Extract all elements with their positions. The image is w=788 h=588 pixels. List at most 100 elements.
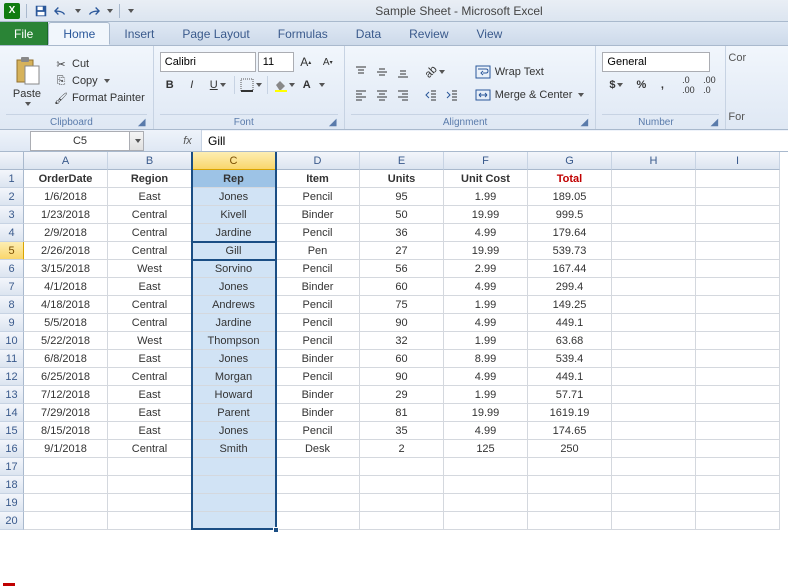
cell-G19[interactable] [528,494,612,512]
cell-G15[interactable]: 174.65 [528,422,612,440]
cell-D4[interactable]: Pencil [276,224,360,242]
fill-color-button[interactable] [270,75,298,95]
cell-G13[interactable]: 57.71 [528,386,612,404]
cell-G20[interactable] [528,512,612,530]
row-header-20[interactable]: 20 [0,512,24,530]
cell-D14[interactable]: Binder [276,404,360,422]
cell-B9[interactable]: Central [108,314,192,332]
tab-home[interactable]: Home [48,22,110,45]
cell-A1[interactable]: OrderDate [24,170,108,188]
column-header-G[interactable]: G [528,152,612,170]
cell-E13[interactable]: 29 [360,386,444,404]
cell-E12[interactable]: 90 [360,368,444,386]
cell-A20[interactable] [24,512,108,530]
fx-icon[interactable]: fx [174,130,202,151]
cell-E16[interactable]: 2 [360,440,444,458]
font-color-button[interactable]: A [300,75,328,95]
column-header-I[interactable]: I [696,152,780,170]
cut-button[interactable]: ✂ Cut [52,56,147,72]
cell-I1[interactable] [696,170,780,188]
cell-C6[interactable]: Sorvino [192,260,276,278]
clipboard-launcher-icon[interactable]: ◢ [137,117,147,127]
cell-I20[interactable] [696,512,780,530]
cell-I8[interactable] [696,296,780,314]
row-header-1[interactable]: 1 [0,170,24,188]
cell-H15[interactable] [612,422,696,440]
cell-D19[interactable] [276,494,360,512]
cell-H2[interactable] [612,188,696,206]
cell-G11[interactable]: 539.4 [528,350,612,368]
cell-H17[interactable] [612,458,696,476]
cell-H11[interactable] [612,350,696,368]
cell-A3[interactable]: 1/23/2018 [24,206,108,224]
cell-C14[interactable]: Parent [192,404,276,422]
merge-center-button[interactable]: Merge & Center [470,85,590,105]
cell-D10[interactable]: Pencil [276,332,360,350]
orientation-button[interactable]: ab [421,62,449,82]
cell-E15[interactable]: 35 [360,422,444,440]
cell-C8[interactable]: Andrews [192,296,276,314]
cell-F1[interactable]: Unit Cost [444,170,528,188]
cell-H20[interactable] [612,512,696,530]
cell-C15[interactable]: Jones [192,422,276,440]
cell-A17[interactable] [24,458,108,476]
cell-D6[interactable]: Pencil [276,260,360,278]
cell-A14[interactable]: 7/29/2018 [24,404,108,422]
cell-G16[interactable]: 250 [528,440,612,458]
cell-C10[interactable]: Thompson [192,332,276,350]
file-tab[interactable]: File [0,22,48,45]
cell-I4[interactable] [696,224,780,242]
cell-E2[interactable]: 95 [360,188,444,206]
cell-H16[interactable] [612,440,696,458]
select-all-corner[interactable] [0,152,24,170]
cell-G5[interactable]: 539.73 [528,242,612,260]
tab-formulas[interactable]: Formulas [264,22,342,45]
cell-I15[interactable] [696,422,780,440]
cell-H12[interactable] [612,368,696,386]
cell-H9[interactable] [612,314,696,332]
column-header-H[interactable]: H [612,152,696,170]
cell-I14[interactable] [696,404,780,422]
row-header-17[interactable]: 17 [0,458,24,476]
copy-button[interactable]: ⎘ Copy [52,73,147,89]
redo-dropdown-icon[interactable] [107,9,113,13]
align-top-button[interactable] [351,62,371,82]
bold-button[interactable]: B [160,75,180,95]
cell-I12[interactable] [696,368,780,386]
cell-E3[interactable]: 50 [360,206,444,224]
cell-A2[interactable]: 1/6/2018 [24,188,108,206]
cell-B5[interactable]: Central [108,242,192,260]
save-icon[interactable] [33,3,49,19]
row-header-19[interactable]: 19 [0,494,24,512]
row-header-7[interactable]: 7 [0,278,24,296]
cell-A9[interactable]: 5/5/2018 [24,314,108,332]
cell-A4[interactable]: 2/9/2018 [24,224,108,242]
cell-H14[interactable] [612,404,696,422]
cell-F2[interactable]: 1.99 [444,188,528,206]
cell-F16[interactable]: 125 [444,440,528,458]
cell-A16[interactable]: 9/1/2018 [24,440,108,458]
cell-D18[interactable] [276,476,360,494]
cell-F5[interactable]: 19.99 [444,242,528,260]
cell-G12[interactable]: 449.1 [528,368,612,386]
redo-icon[interactable] [85,3,101,19]
cell-F9[interactable]: 4.99 [444,314,528,332]
cell-I16[interactable] [696,440,780,458]
cell-G2[interactable]: 189.05 [528,188,612,206]
cell-E14[interactable]: 81 [360,404,444,422]
column-header-F[interactable]: F [444,152,528,170]
cell-D13[interactable]: Binder [276,386,360,404]
cell-E9[interactable]: 90 [360,314,444,332]
align-right-button[interactable] [393,85,413,105]
cell-G9[interactable]: 449.1 [528,314,612,332]
cell-G7[interactable]: 299.4 [528,278,612,296]
cell-H3[interactable] [612,206,696,224]
cell-C3[interactable]: Kivell [192,206,276,224]
cell-F10[interactable]: 1.99 [444,332,528,350]
italic-button[interactable]: I [182,75,202,95]
row-header-3[interactable]: 3 [0,206,24,224]
cell-B7[interactable]: East [108,278,192,296]
tab-insert[interactable]: Insert [110,22,168,45]
cell-F6[interactable]: 2.99 [444,260,528,278]
border-button[interactable] [237,75,265,95]
